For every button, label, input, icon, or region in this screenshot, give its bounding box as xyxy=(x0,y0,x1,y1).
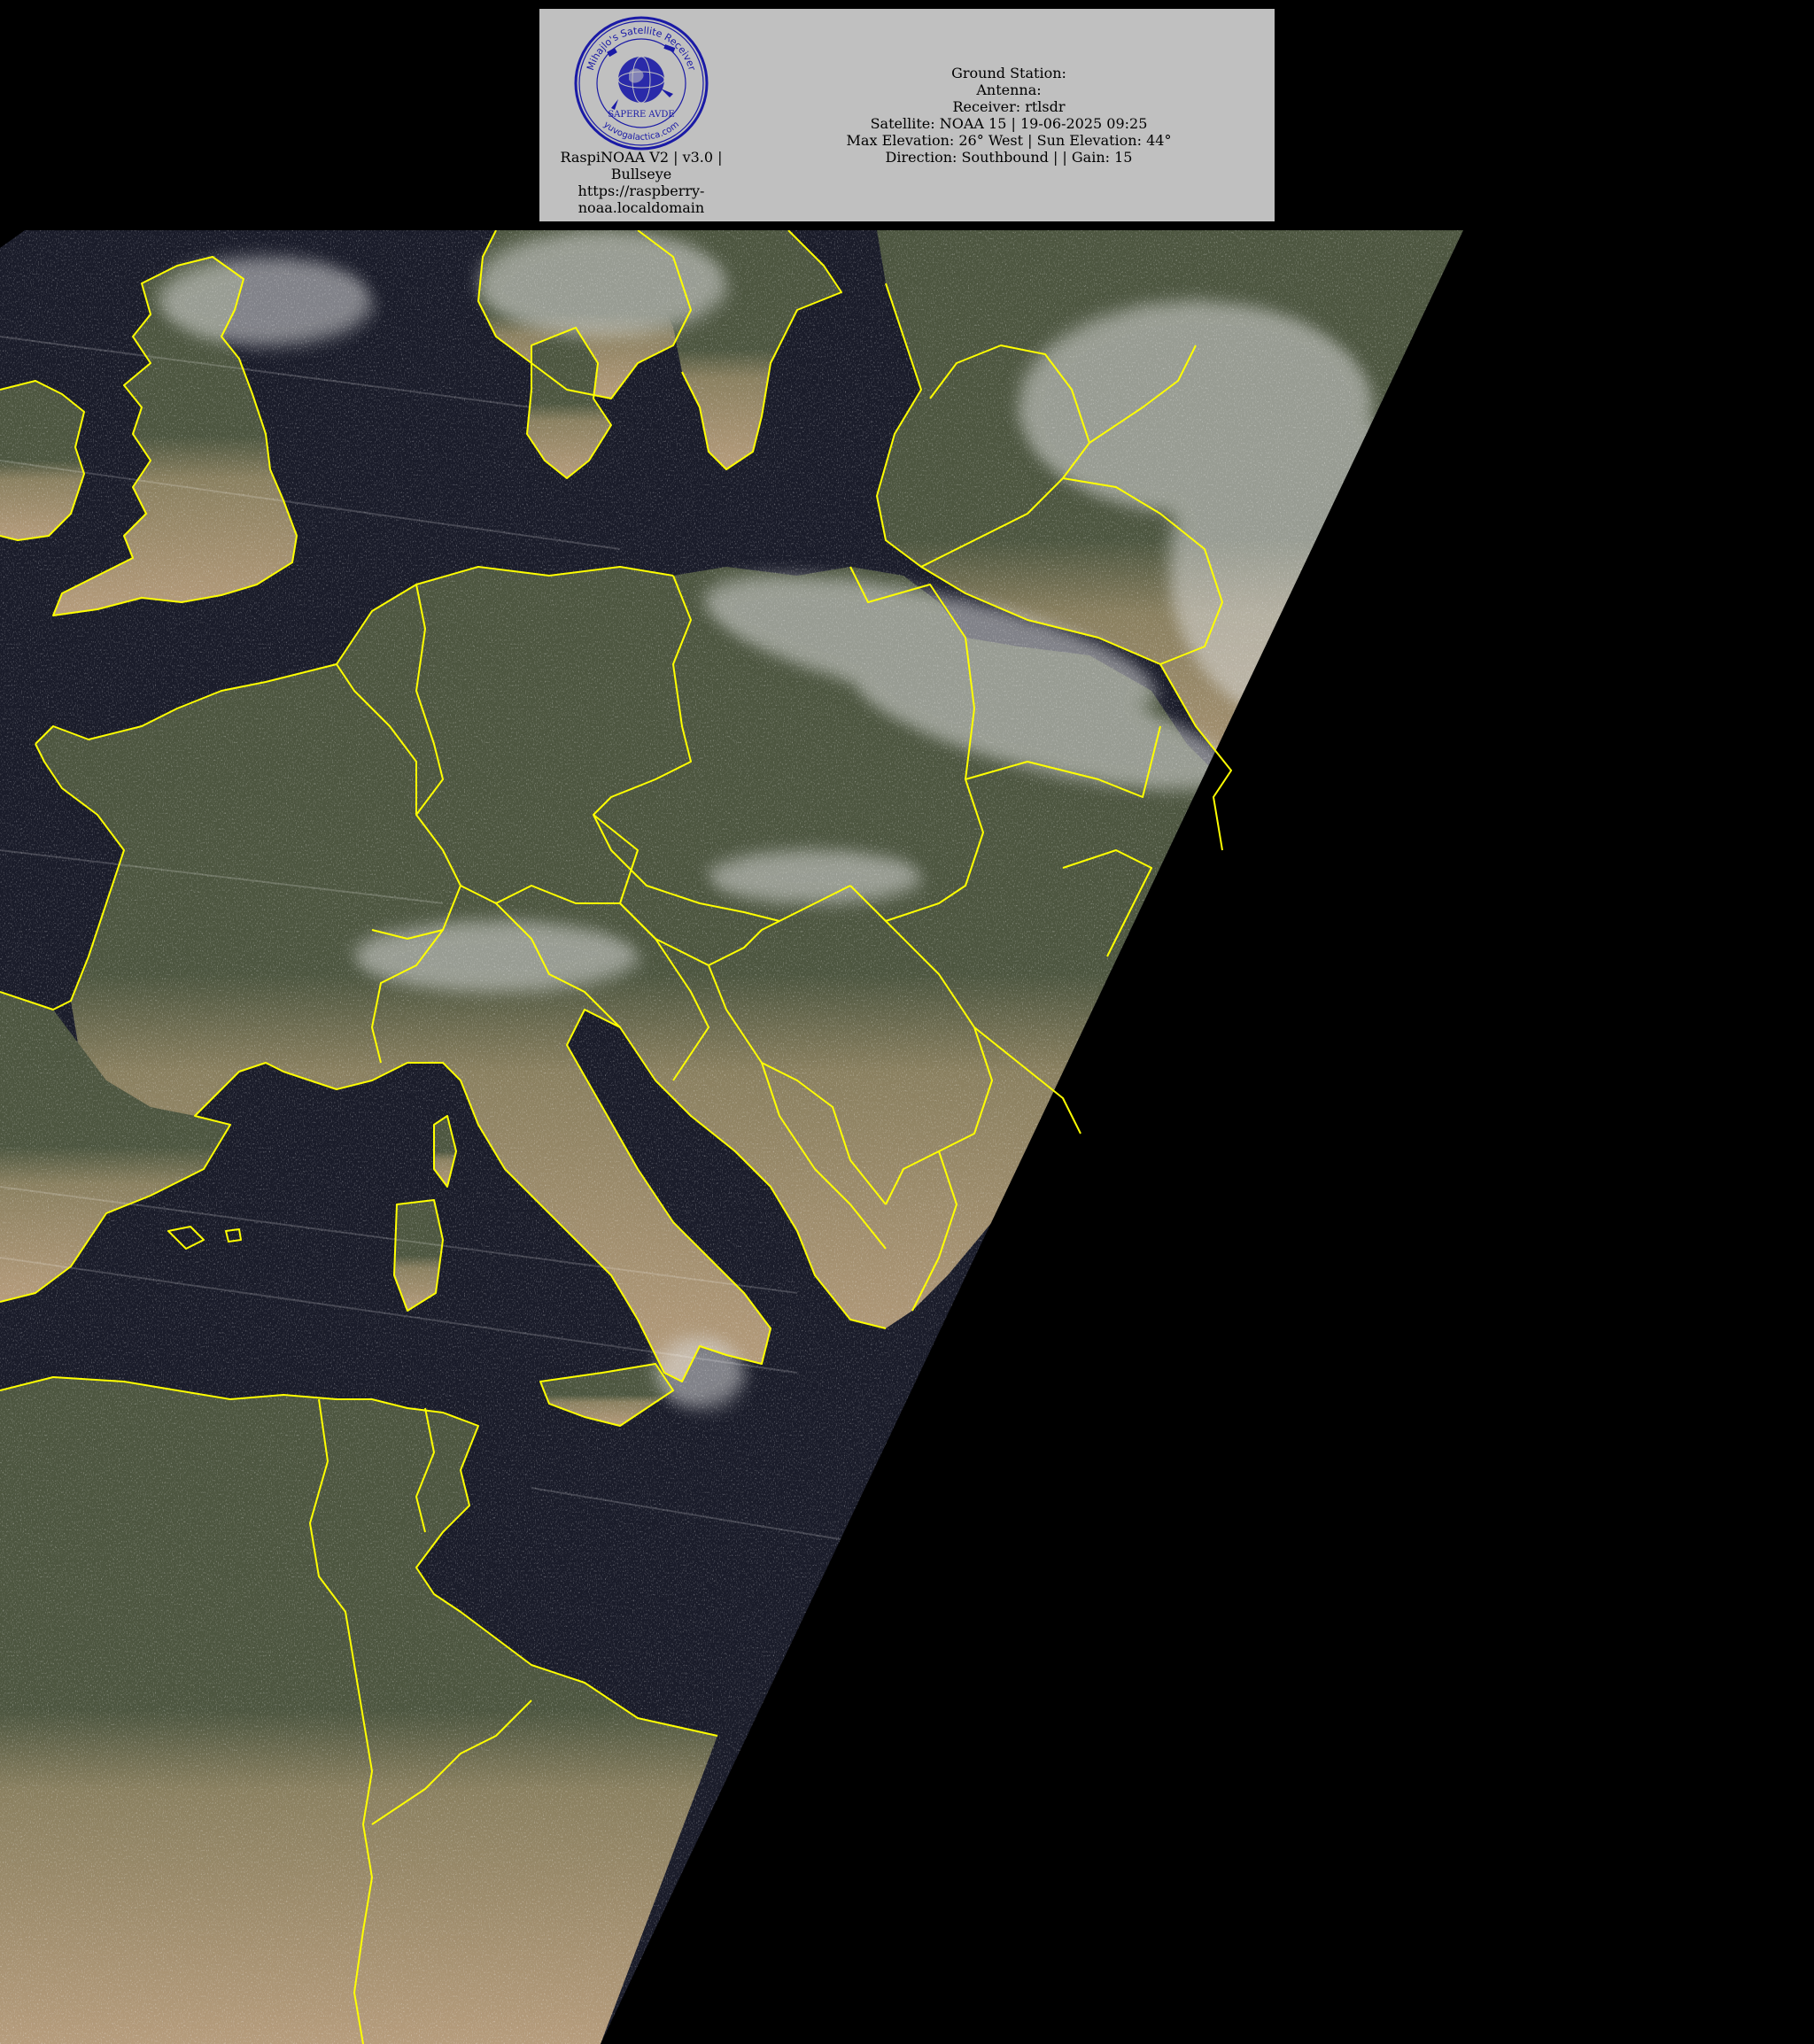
satellite-line: Satellite: NOAA 15 | 19-06-2025 09:25 xyxy=(870,115,1148,132)
software-os: Bullseye xyxy=(610,166,672,182)
software-url-part1: https://raspberry- xyxy=(578,182,705,199)
receiver-line: Receiver: rtlsdr xyxy=(952,98,1066,115)
info-panel: Mihajlo's Satellite Receiver yuvogalacti… xyxy=(539,9,1275,221)
satellite-map xyxy=(0,230,1463,2044)
logo-block: Mihajlo's Satellite Receiver yuvogalacti… xyxy=(539,9,743,221)
software-version: RaspiNOAA V2 | v3.0 | xyxy=(560,149,723,166)
noaa-satellite-map-image xyxy=(0,230,1463,2044)
software-label: RaspiNOAA V2 | v3.0 | Bullseye https://r… xyxy=(548,149,734,216)
satellite-receiver-seal-icon: Mihajlo's Satellite Receiver yuvogalacti… xyxy=(574,16,709,151)
pass-info: Ground Station: Antenna: Receiver: rtlsd… xyxy=(779,65,1239,166)
software-url-part2: noaa.localdomain xyxy=(578,199,705,216)
ground-station-line: Ground Station: xyxy=(951,65,1066,81)
seal-motto: SAPERE AVDE xyxy=(608,110,674,120)
direction-line: Direction: Southbound | | Gain: 15 xyxy=(885,149,1133,166)
sensor-noise xyxy=(0,230,1463,2044)
antenna-line: Antenna: xyxy=(976,81,1042,98)
elevation-line: Max Elevation: 26° West | Sun Elevation:… xyxy=(846,132,1172,149)
